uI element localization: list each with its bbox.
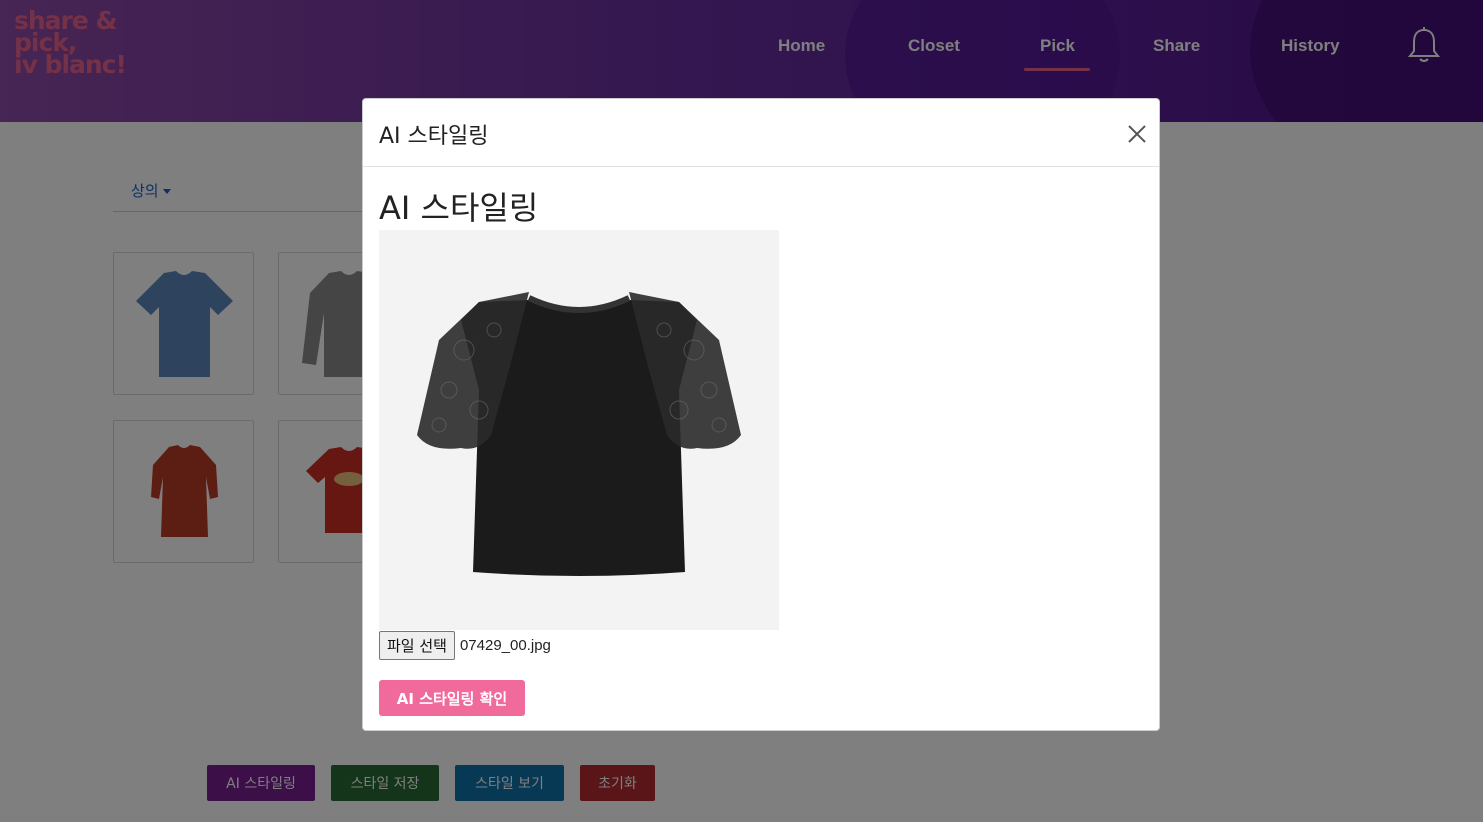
modal-header: AI 스타일링 bbox=[363, 99, 1159, 167]
modal-title: AI 스타일링 bbox=[379, 124, 489, 149]
ai-styling-modal: AI 스타일링 AI 스타일링 파일 선택 07429_00.jpg AI 스타… bbox=[362, 98, 1160, 731]
modal-heading: AI 스타일링 bbox=[379, 189, 539, 227]
file-upload-row: 파일 선택 07429_00.jpg bbox=[379, 630, 551, 660]
choose-file-button[interactable]: 파일 선택 bbox=[379, 630, 455, 660]
close-icon[interactable] bbox=[1126, 123, 1148, 145]
ai-styling-confirm-button[interactable]: AI 스타일링 확인 bbox=[379, 680, 525, 716]
lace-top-image bbox=[417, 292, 741, 576]
uploaded-image-preview bbox=[379, 230, 779, 630]
selected-file-name: 07429_00.jpg bbox=[459, 636, 551, 654]
